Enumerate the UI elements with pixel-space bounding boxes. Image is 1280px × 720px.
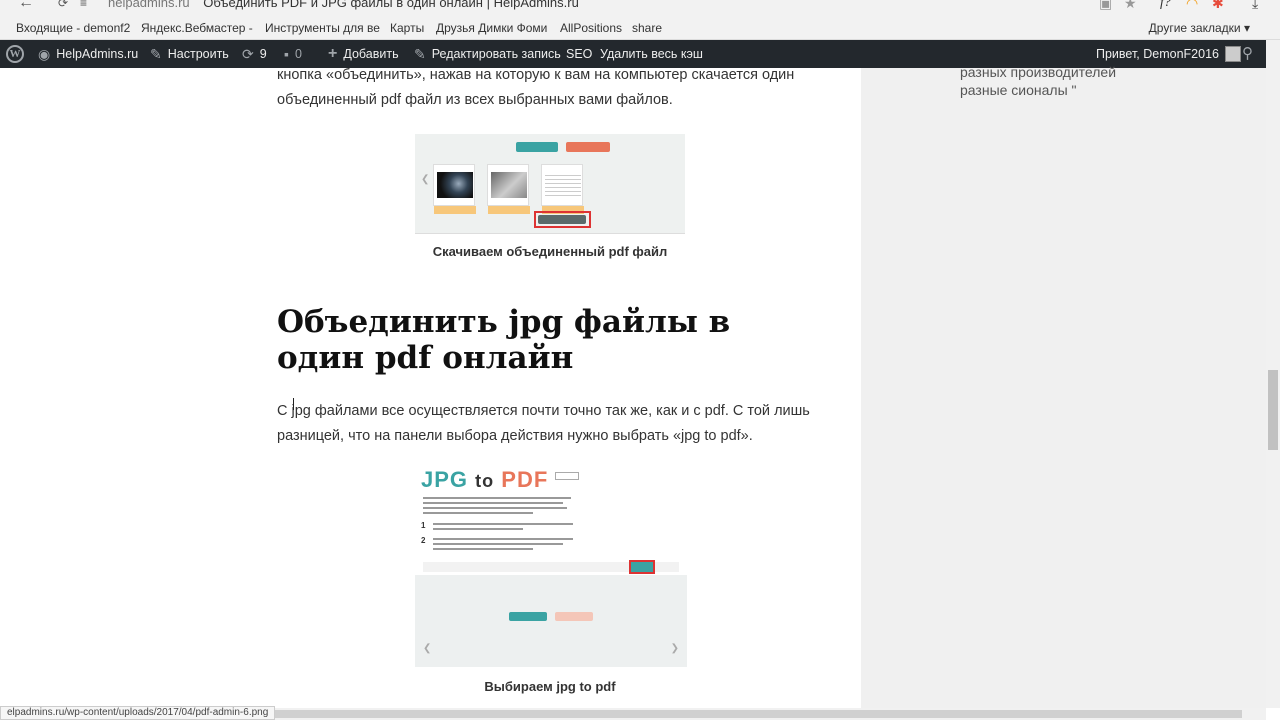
- page-body: разных производителей разные сионалы " к…: [0, 64, 1266, 708]
- section-heading: Объединить jpg файлы в один pdf онлайн: [277, 304, 731, 376]
- image-caption: Выбираем jpg to pdf: [484, 679, 616, 694]
- chevron-right-icon: ❯: [670, 643, 679, 654]
- text-cursor: [293, 398, 294, 410]
- text-line: [423, 507, 567, 509]
- updates-menu[interactable]: ⟳ 9: [242, 40, 267, 68]
- site-name: HelpAdmins.ru: [56, 47, 139, 61]
- dashboard-icon: ◉: [38, 46, 51, 62]
- article-paragraph: С jpg файлами все осуществляется почти т…: [277, 403, 810, 444]
- other-bookmarks[interactable]: Другие закладки ▾: [1149, 21, 1250, 35]
- customize-menu[interactable]: ✎ Настроить: [150, 40, 229, 68]
- jpg-to-pdf-screenshot[interactable]: JPG to PDF 1 2 ❮ ❯: [413, 465, 689, 667]
- chevron-left-icon: ❮: [421, 174, 430, 185]
- url-page-title: Объединить PDF и JPG файлы в один онлайн…: [203, 0, 579, 10]
- highlight-box: [534, 211, 591, 228]
- bookmark-item[interactable]: Яндекс.Вебмастер -: [141, 21, 253, 35]
- text-line: [423, 512, 533, 514]
- site-name-menu[interactable]: ◉ HelpAdmins.ru: [38, 40, 138, 68]
- language-select: [555, 472, 579, 480]
- text-line: [423, 497, 571, 499]
- star-icon[interactable]: ★: [1124, 0, 1137, 12]
- thumbnail-bar: [488, 206, 530, 214]
- bookmark-item[interactable]: share: [632, 21, 662, 35]
- updates-icon: ⟳: [242, 46, 254, 62]
- thumbnail-bar: [434, 206, 476, 214]
- text-line: [433, 523, 573, 525]
- mini-orange-button: [555, 612, 593, 621]
- text-line: [433, 538, 573, 540]
- text-line: [433, 548, 533, 550]
- logo-to: to: [475, 471, 495, 491]
- merge-result-screenshot[interactable]: ❮: [415, 134, 685, 234]
- customize-label: Настроить: [167, 47, 229, 61]
- thumbnail-image: [545, 172, 581, 198]
- text-line: [433, 528, 523, 530]
- formula-extension-icon[interactable]: f?: [1160, 0, 1171, 11]
- step-number: 1: [421, 521, 426, 530]
- image-caption: Скачиваем объединенный pdf файл: [432, 244, 668, 259]
- text-line: [423, 502, 563, 504]
- sidebar-quote-line: разных производителей: [960, 64, 1117, 80]
- avatar: [1224, 46, 1241, 62]
- file-thumbnail: [541, 164, 584, 214]
- logo-pdf: PDF: [501, 467, 549, 492]
- wp-logo-menu[interactable]: W: [6, 40, 24, 68]
- bookmark-extension-icon[interactable]: ✱: [1212, 0, 1224, 12]
- page-info-icon[interactable]: ≡: [80, 0, 87, 10]
- text-line: [433, 543, 563, 545]
- download-icon[interactable]: ⤓: [1252, 0, 1258, 12]
- updates-count: 9: [259, 47, 267, 61]
- article-paragraph: кнопка «объединить», нажав на которую к …: [277, 67, 795, 108]
- url-host: helpadmins.ru: [108, 0, 190, 10]
- address-bar[interactable]: helpadmins.ru Объединить PDF и JPG файлы…: [108, 0, 579, 10]
- rss-icon[interactable]: ◠: [1186, 0, 1198, 12]
- highlight-box: [629, 560, 655, 574]
- thumbnail-image: [491, 172, 527, 198]
- brush-icon: ✎: [150, 46, 162, 62]
- chevron-left-icon: ❮: [423, 643, 432, 654]
- other-bookmarks-label: Другие закладки: [1148, 21, 1241, 35]
- wordpress-logo-icon: W: [6, 45, 24, 63]
- logo-jpg: JPG: [421, 467, 469, 492]
- bookmark-item[interactable]: Инструменты для ве: [265, 21, 380, 35]
- bookmark-item[interactable]: Входящие - demonf2: [16, 21, 130, 35]
- bookmark-item[interactable]: Карты: [390, 21, 424, 35]
- jpg-to-pdf-logo: JPG to PDF: [421, 467, 548, 493]
- back-arrow-icon[interactable]: ←: [18, 0, 34, 12]
- admin-search[interactable]: ⚲: [1242, 40, 1253, 68]
- translate-icon[interactable]: ▣: [1099, 0, 1112, 12]
- sidebar: разных производителей разные сионалы ": [861, 64, 1266, 708]
- bookmarks-bar: Входящие - demonf2 Яндекс.Вебмастер - Ин…: [0, 16, 1280, 40]
- sidebar-quote-line: разные сионалы ": [960, 82, 1077, 98]
- sidebar-quote: разных производителей разные сионалы ": [960, 63, 1116, 99]
- scrollbar-thumb[interactable]: [1268, 370, 1278, 450]
- thumbnail-image: [437, 172, 473, 198]
- step-number: 2: [421, 536, 426, 545]
- mini-orange-button: [566, 142, 610, 152]
- browser-address-row: ← ⟳ ≡ helpadmins.ru Объединить PDF и JPG…: [0, 0, 1280, 16]
- mini-teal-button: [516, 142, 558, 152]
- mini-teal-button: [509, 612, 547, 621]
- bookmark-item[interactable]: AllPositions: [560, 21, 622, 35]
- upload-area: [415, 575, 687, 667]
- vertical-scrollbar[interactable]: [1266, 40, 1280, 708]
- chevron-down-icon: ▾: [1243, 21, 1250, 35]
- bookmark-item[interactable]: Друзья Димки Фоми: [436, 21, 547, 35]
- search-icon: ⚲: [1242, 45, 1253, 62]
- reload-icon[interactable]: ⟳: [58, 0, 68, 10]
- status-bar-url: elpadmins.ru/wp-content/uploads/2017/04/…: [0, 706, 276, 720]
- file-thumbnail: [487, 164, 530, 214]
- file-thumbnail: [433, 164, 476, 214]
- account-menu[interactable]: Привет, DemonF2016: [1096, 40, 1241, 68]
